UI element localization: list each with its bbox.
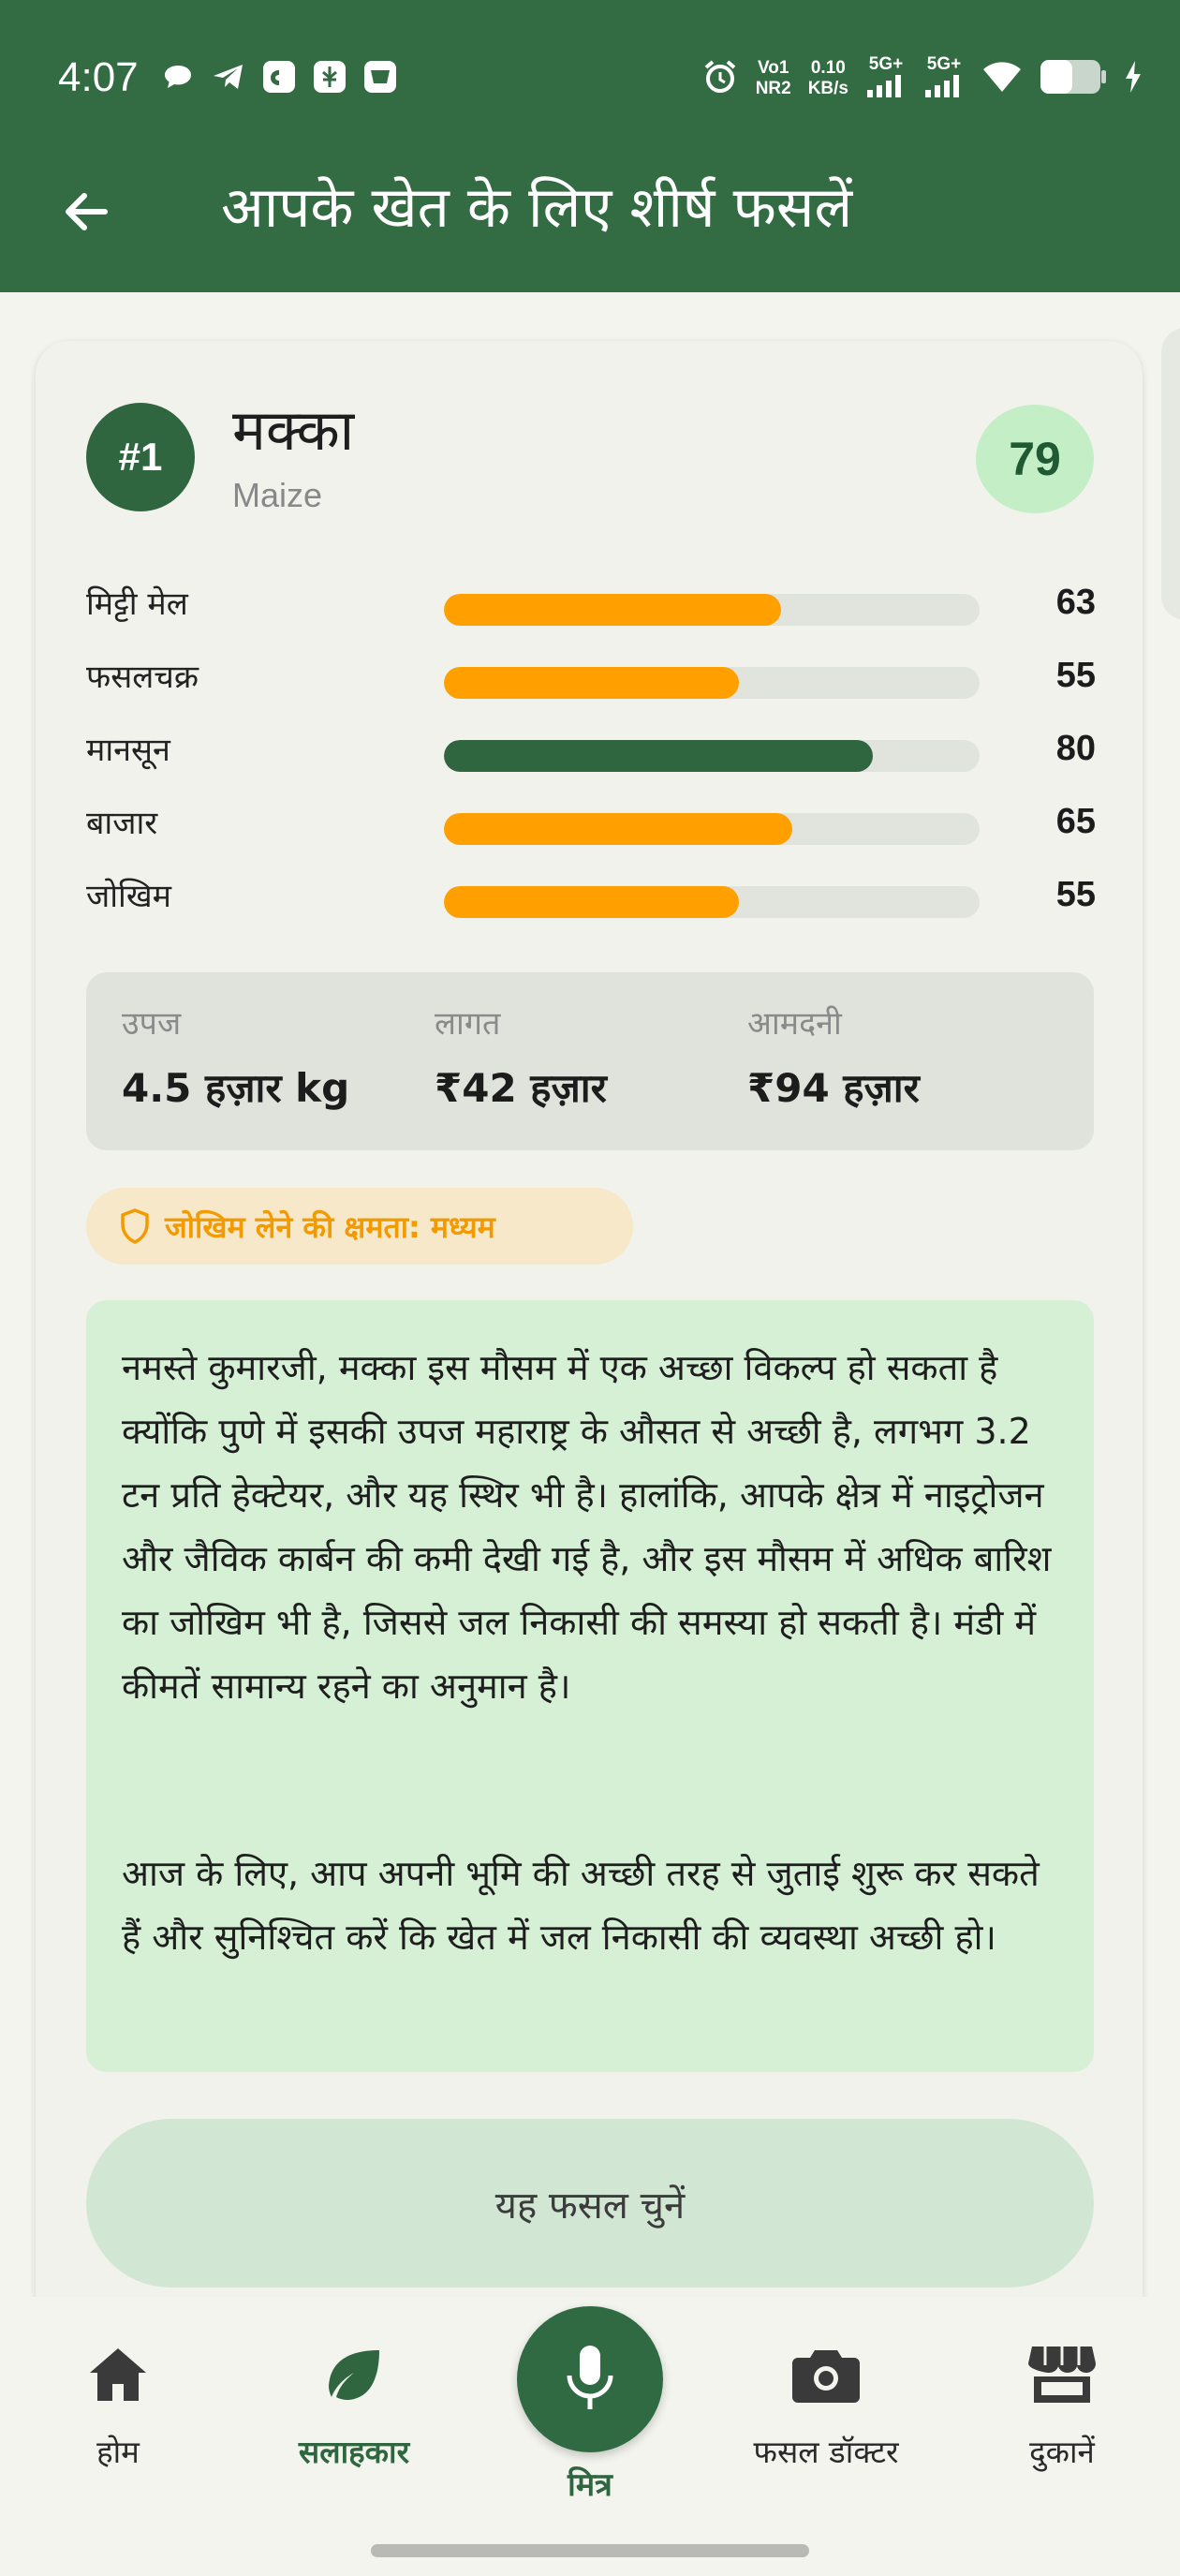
- metric-bar: [444, 813, 980, 845]
- home-icon: [90, 2348, 146, 2401]
- stat-label: उपज: [122, 1005, 182, 1043]
- stat-value: 4.5 हज़ार kg: [122, 1065, 350, 1111]
- nav-shops[interactable]: दुकानें: [959, 2332, 1165, 2472]
- stat-label: आमदनी: [747, 1005, 842, 1043]
- arrow-left-icon: [66, 193, 108, 230]
- nav-home[interactable]: होम: [15, 2332, 221, 2472]
- page-title: आपके खेत के लिए शीर्ष फसलें: [221, 175, 853, 241]
- status-right: Vo1 NR2 0.10 KB/s 5G+ 5G+: [701, 54, 1143, 103]
- camera-icon: [792, 2350, 860, 2403]
- risk-badge: जोखिम लेने की क्षमता: मध्यम: [86, 1188, 633, 1265]
- network-speed: 0.10 KB/s: [807, 58, 848, 98]
- charging-icon: [1124, 60, 1143, 98]
- rank-badge: #1: [86, 403, 195, 511]
- metric-bar: [444, 886, 980, 918]
- notification-icons: [159, 58, 399, 96]
- suitability-score: 79: [976, 405, 1094, 513]
- back-button[interactable]: [49, 174, 124, 249]
- chat-bubble-icon: [159, 58, 197, 96]
- shield-icon: [121, 1208, 149, 1244]
- nav-label: सलाहकार: [298, 2434, 410, 2470]
- metric-label: बाजार: [86, 805, 158, 842]
- stat-cost: लागत ₹42 हज़ार: [435, 1000, 607, 1114]
- risk-label: जोखिम लेने की क्षमता: मध्यम: [165, 1208, 495, 1245]
- nav-label: दुकानें: [1029, 2434, 1095, 2470]
- network-label: Vo1 NR2: [755, 58, 791, 98]
- telegram-icon: [210, 58, 247, 96]
- leaf-icon: [329, 2350, 379, 2400]
- battery-icon: [1040, 59, 1107, 99]
- app-icon: [311, 58, 348, 96]
- home-indicator[interactable]: [371, 2544, 809, 2557]
- metric-value: 80: [1055, 729, 1096, 768]
- metric-bar-fill: [444, 667, 739, 699]
- signal-icon: 5G+: [923, 54, 965, 103]
- status-time: 4:07: [58, 54, 139, 100]
- nav-label: मित्र: [568, 2466, 612, 2504]
- nav-crop-doctor[interactable]: फसल डॉक्टर: [723, 2332, 929, 2472]
- metric-label: फसलचक्र: [86, 659, 199, 696]
- signal-icon: 5G+: [865, 54, 907, 103]
- advice-paragraph: नमस्ते कुमारजी, मक्का इस मौसम में एक अच्…: [122, 1347, 1052, 1707]
- metric-bar-fill: [444, 813, 792, 845]
- metric-row: बाजार 65: [86, 794, 1096, 851]
- next-crop-card-edge[interactable]: [1161, 328, 1180, 620]
- store-icon: [1028, 2347, 1096, 2403]
- stats-panel: उपज 4.5 हज़ार kg लागत ₹42 हज़ार आमदनी ₹9…: [86, 972, 1094, 1150]
- mic-icon: [567, 2346, 613, 2409]
- metric-bar-fill: [444, 886, 739, 918]
- metric-row: मिट्टी मेल 63: [86, 575, 1096, 631]
- advice-paragraph: आज के लिए, आप अपनी भूमि की अच्छी तरह से …: [122, 1853, 1040, 1958]
- metric-bar: [444, 667, 980, 699]
- metric-bar: [444, 740, 980, 772]
- voice-assistant-button[interactable]: [517, 2306, 663, 2452]
- metric-label: मानसून: [86, 732, 170, 769]
- metric-row: मानसून 80: [86, 721, 1096, 777]
- metric-bar-fill: [444, 594, 782, 626]
- app-icon: [260, 58, 298, 96]
- choose-crop-button[interactable]: यह फसल चुनें: [86, 2119, 1094, 2287]
- wifi-icon: [981, 60, 1023, 98]
- stat-income: आमदनी ₹94 हज़ार: [747, 1000, 920, 1114]
- metric-value: 55: [1055, 656, 1096, 695]
- app-icon: [361, 58, 399, 96]
- crop-name: मक्का: [232, 398, 355, 464]
- metric-value: 65: [1055, 802, 1096, 841]
- metric-bar-fill: [444, 740, 873, 772]
- metric-label: जोखिम: [86, 878, 171, 915]
- metric-row: जोखिम 55: [86, 867, 1096, 924]
- metric-bar: [444, 594, 980, 626]
- crop-english-name: Maize: [232, 476, 323, 514]
- advice-box: नमस्ते कुमारजी, मक्का इस मौसम में एक अच्…: [86, 1300, 1094, 2072]
- stat-label: लागत: [435, 1005, 501, 1043]
- nav-label: फसल डॉक्टर: [753, 2434, 899, 2470]
- metric-label: मिट्टी मेल: [86, 585, 188, 623]
- stat-yield: उपज 4.5 हज़ार kg: [122, 1000, 349, 1114]
- stat-value: ₹42 हज़ार: [435, 1065, 607, 1111]
- alarm-icon: [701, 58, 739, 100]
- stat-value: ₹94 हज़ार: [747, 1065, 920, 1111]
- nav-label: होम: [96, 2434, 140, 2470]
- metric-value: 55: [1055, 875, 1096, 914]
- metric-value: 63: [1055, 583, 1096, 622]
- nav-advisor[interactable]: सलाहकार: [251, 2332, 457, 2472]
- metric-row: फसलचक्र 55: [86, 648, 1096, 704]
